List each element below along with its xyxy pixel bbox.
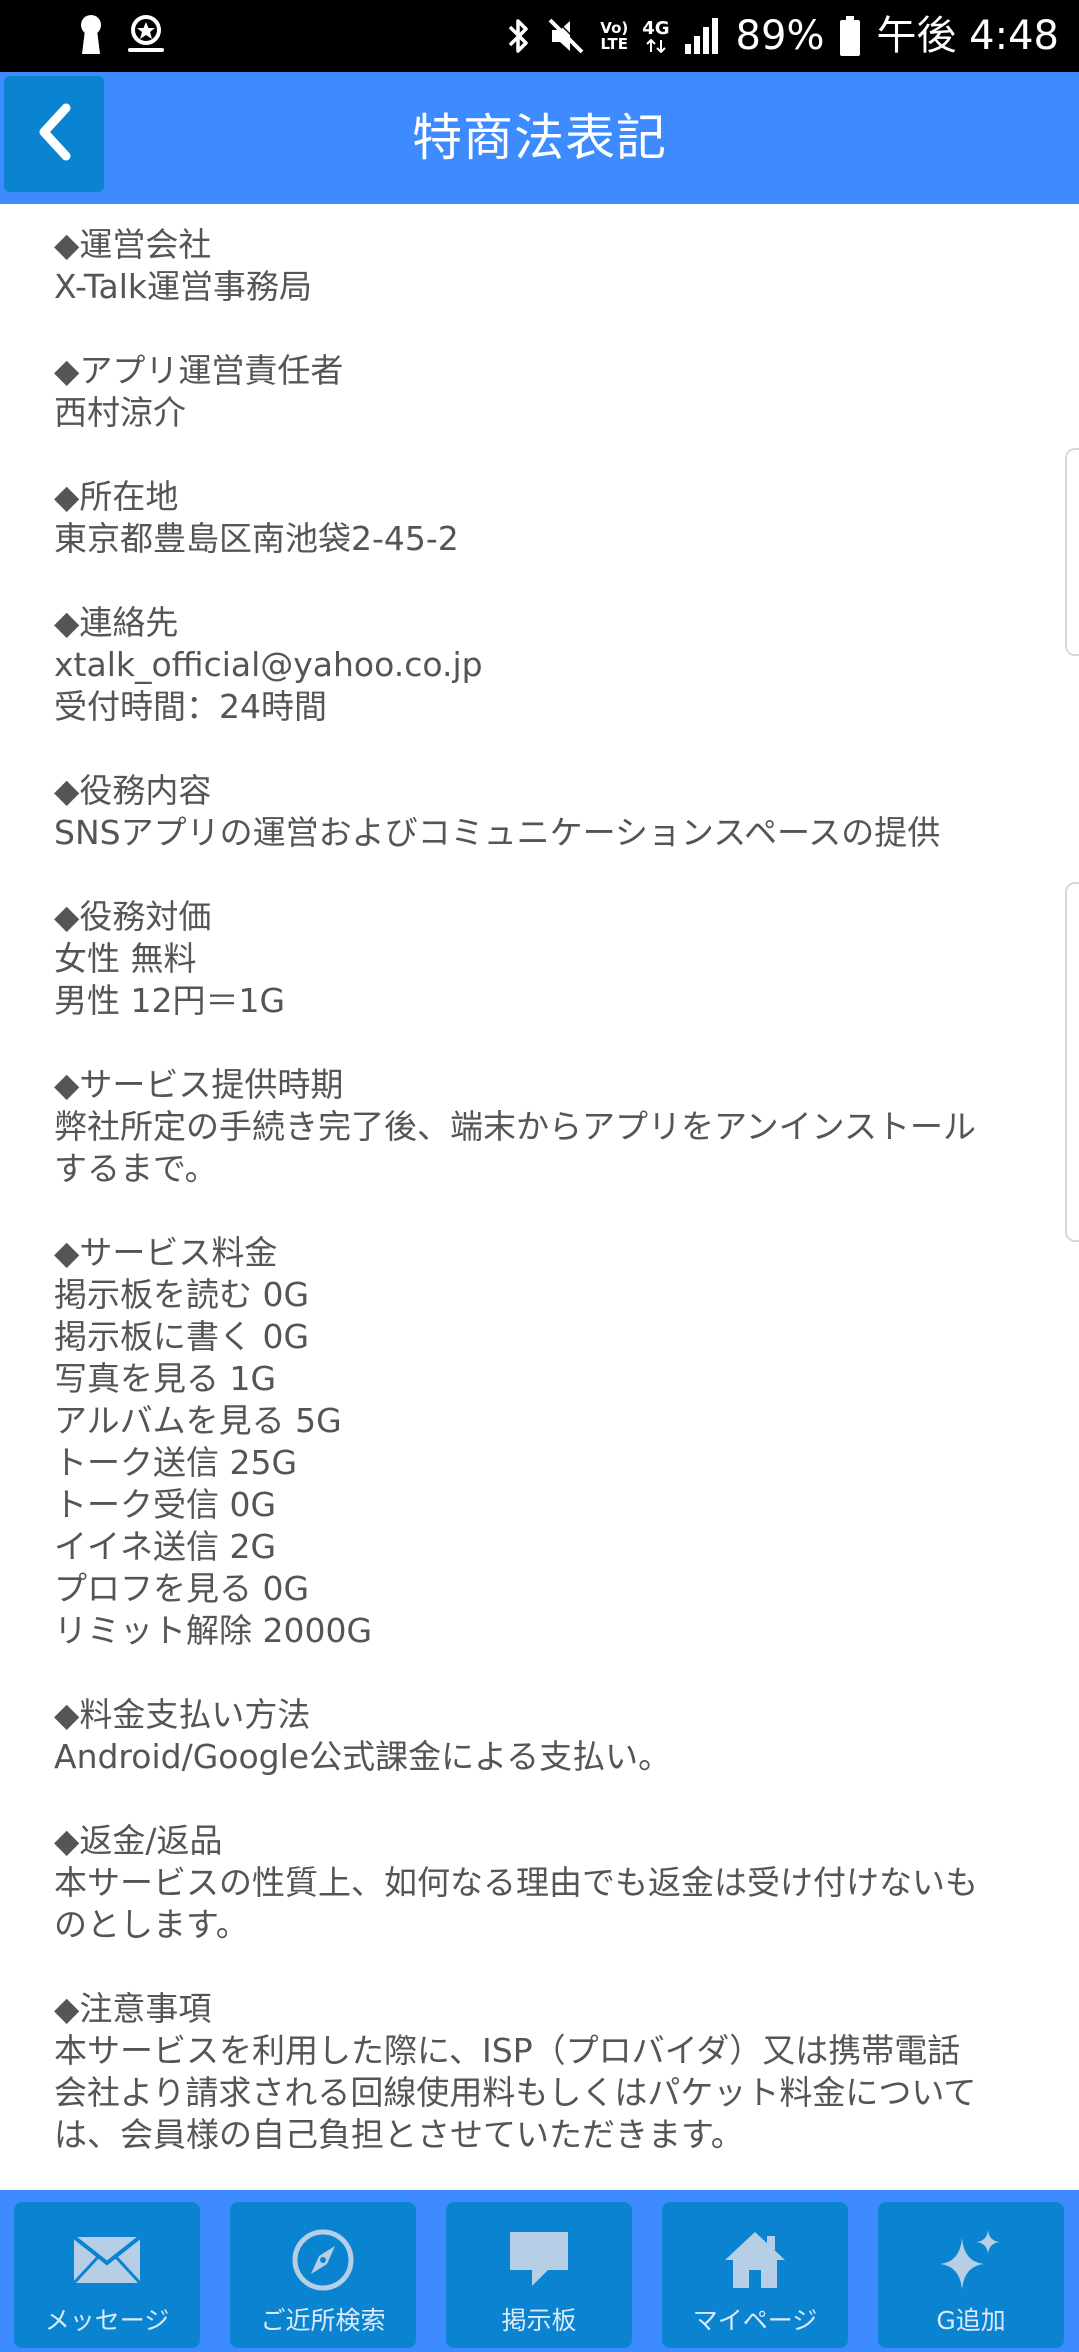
section-text: トーク受信 0G: [54, 1485, 277, 1524]
section-text: 本サービスを利用した際に、ISP（プロバイダ）又は携帯電話: [54, 2031, 961, 2070]
page-title: 特商法表記: [412, 109, 667, 167]
section-heading: ◆サービス料金: [54, 1233, 278, 1272]
clock: 午後 4:48: [876, 13, 1059, 59]
back-button[interactable]: [4, 76, 104, 192]
section-text: 会社より請求される回線使用料もしくはパケット料金について: [54, 2073, 977, 2112]
scroll-tab-top[interactable]: [1065, 448, 1079, 656]
info-section: ◆サービス料金 掲示板を読む 0G 掲示板に書く 0G 写真を見る 1G アルバムを見る…: [54, 1232, 1034, 1652]
section-heading: ◆役務内容: [54, 771, 212, 810]
section-heading: ◆連絡先: [54, 603, 179, 642]
nav-label: メッセージ: [44, 2306, 170, 2335]
section-text: 掲示板に書く 0G: [54, 1317, 310, 1356]
legal-notice-content[interactable]: ◆運営会社 X-Talk運営事務局 ◆アプリ運営責任者 西村涼介 ◆所在地 東京都豊島区南…: [0, 204, 1079, 2190]
section-heading: ◆役務対価: [54, 897, 212, 936]
section-heading: ◆注意事項: [54, 1989, 212, 2028]
section-text: 西村涼介: [54, 393, 186, 432]
network-type-text: 4G: [642, 18, 670, 39]
section-heading: ◆運営会社: [54, 225, 212, 264]
section-text: のとします。: [54, 1905, 249, 1944]
nav-label: ご近所検索: [260, 2306, 386, 2335]
section-text: xtalk_official@yahoo.co.jp: [54, 645, 483, 684]
nav-item-bulletin-board[interactable]: 掲示板: [446, 2202, 632, 2348]
speech-bubble-icon: [446, 2220, 632, 2300]
envelope-icon: [14, 2220, 200, 2300]
scroll-tab-middle[interactable]: [1065, 882, 1079, 1242]
bluetooth-icon: [506, 16, 532, 56]
section-text: イイネ送信 2G: [54, 1527, 277, 1566]
section-heading: ◆アプリ運営責任者: [54, 351, 344, 390]
section-text: 写真を見る 1G: [54, 1359, 277, 1398]
volte-top-text: Vo): [600, 19, 629, 37]
info-section: ◆連絡先 xtalk_official@yahoo.co.jp 受付時間：24時間: [54, 602, 1034, 728]
location-badge-icon: [126, 14, 166, 58]
info-section: ◆返金/返品 本サービスの性質上、如何なる理由でも返金は受け付けないも のとします。: [54, 1820, 1034, 1946]
4g-icon: 4G: [642, 18, 670, 53]
mute-icon: [546, 16, 586, 56]
section-list: ◆運営会社 X-Talk運営事務局 ◆アプリ運営責任者 西村涼介 ◆所在地 東京都豊島区南…: [54, 224, 1034, 2190]
section-text: 男性 12円＝1G: [54, 981, 286, 1020]
chevron-left-icon: [32, 102, 76, 166]
section-text: プロフを見る 0G: [54, 1569, 310, 1608]
section-heading: ◆サービス提供時期: [54, 1065, 344, 1104]
section-text: 本サービスの性質上、如何なる理由でも返金は受け付けないも: [54, 1863, 978, 1902]
home-icon: [662, 2220, 848, 2300]
info-section: ◆運営会社 X-Talk運営事務局: [54, 224, 1034, 308]
volte-bottom-text: LTE: [600, 35, 629, 53]
section-text: Android/Google公式課金による支払い。: [54, 1737, 672, 1776]
status-right-icons: Vo) LTE 4G 89% 午後 4:48: [506, 0, 1059, 72]
info-section: ◆注意事項 本サービスを利用した際に、ISP（プロバイダ）又は携帯電話 会社より請求…: [54, 1988, 1034, 2156]
section-text: アルバムを見る 5G: [54, 1401, 342, 1440]
section-heading: ◆所在地: [54, 477, 179, 516]
section-text: トーク送信 25G: [54, 1443, 298, 1482]
info-section: ◆アプリ運営責任者 西村涼介: [54, 350, 1034, 434]
nav-item-nearby-search[interactable]: ご近所検索: [230, 2202, 416, 2348]
section-text: SNSアプリの運営およびコミュニケーションスペースの提供: [54, 813, 941, 852]
status-bar: Vo) LTE 4G 89% 午後 4:48: [0, 0, 1079, 72]
keyhole-icon: [78, 14, 104, 58]
info-section: ◆料金支払い方法 Android/Google公式課金による支払い。: [54, 1694, 1034, 1778]
section-text: 弊社所定の手続き完了後、端末からアプリをアンインストール: [54, 1107, 977, 1146]
nav-item-my-page[interactable]: マイページ: [662, 2202, 848, 2348]
nav-item-message[interactable]: メッセージ: [14, 2202, 200, 2348]
bottom-navigation: メッセージ ご近所検索 掲示板 マイページ G追加: [0, 2190, 1079, 2352]
section-heading: ◆返金/返品: [54, 1821, 223, 1860]
battery-icon: [838, 15, 862, 57]
section-text: するまで。: [54, 1149, 218, 1188]
battery-percentage: 89%: [735, 13, 825, 59]
info-section: ◆役務内容 SNSアプリの運営およびコミュニケーションスペースの提供: [54, 770, 1034, 854]
section-text: は、会員様の自己負担とさせていただきます。: [54, 2115, 744, 2154]
section-text: リミット解除 2000G: [54, 1611, 373, 1650]
section-heading: ◆料金支払い方法: [54, 1695, 311, 1734]
nav-item-add-points[interactable]: G追加: [878, 2202, 1064, 2348]
info-section: ◆サービス提供時期 弊社所定の手続き完了後、端末からアプリをアンインストール するま…: [54, 1064, 1034, 1190]
section-text: 受付時間：24時間: [54, 687, 327, 726]
volte-icon: Vo) LTE: [600, 20, 628, 52]
signal-icon: [684, 16, 722, 56]
section-text: 掲示板を読む 0G: [54, 1275, 310, 1314]
compass-icon: [230, 2220, 416, 2300]
sparkle-icon: [878, 2220, 1064, 2300]
nav-label: 掲示板: [501, 2306, 577, 2335]
section-text: 女性 無料: [54, 939, 197, 978]
info-section: ◆役務対価 女性 無料 男性 12円＝1G: [54, 896, 1034, 1022]
section-text: X-Talk運営事務局: [54, 267, 313, 306]
app-header: 特商法表記: [0, 72, 1079, 204]
nav-label: G追加: [936, 2306, 1006, 2335]
section-text: 東京都豊島区南池袋2-45-2: [54, 519, 459, 558]
nav-label: マイページ: [692, 2306, 818, 2335]
status-left-icons: [78, 14, 166, 58]
info-section: ◆所在地 東京都豊島区南池袋2-45-2: [54, 476, 1034, 560]
